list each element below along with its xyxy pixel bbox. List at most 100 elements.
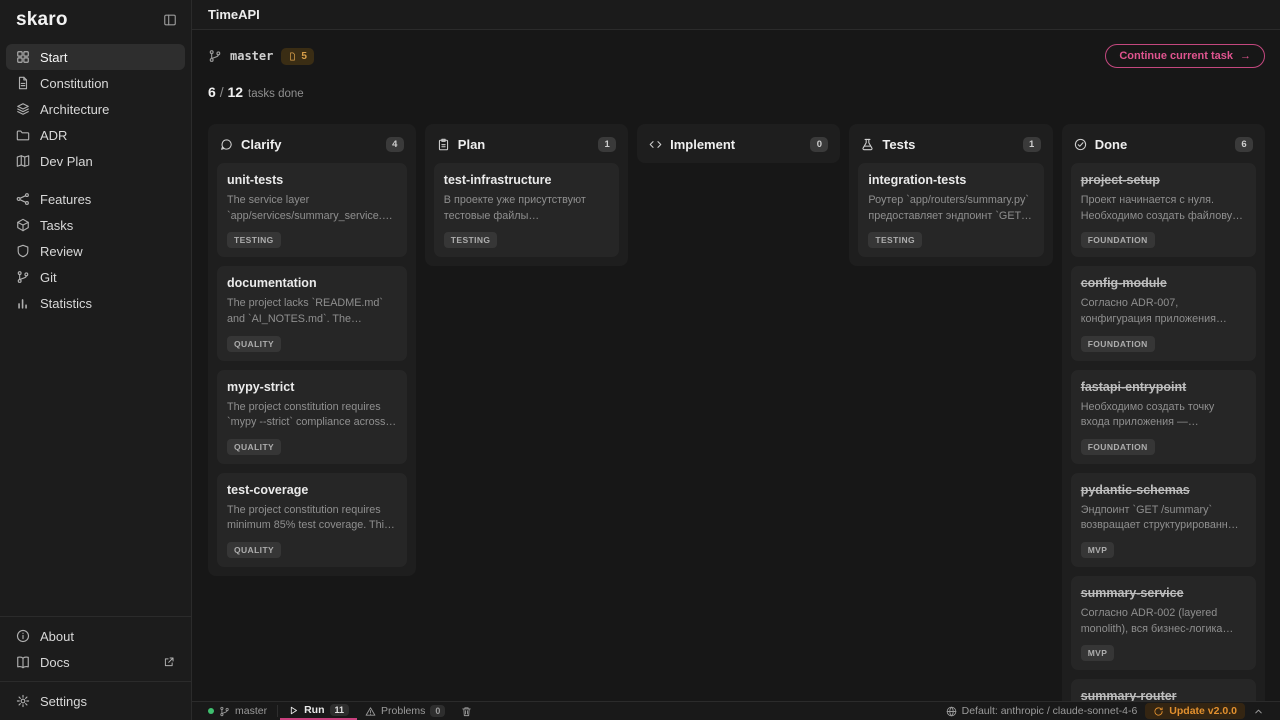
main-area: TimeAPI master 5 Continue current task →… <box>192 0 1280 720</box>
sidebar-collapse-button[interactable] <box>163 13 177 27</box>
sidebar-footer: About Docs Settings <box>0 616 191 720</box>
column-name: Done <box>1095 137 1227 152</box>
chat-icon <box>220 138 233 151</box>
box-icon <box>16 218 30 232</box>
sidebar-item-label: Dev Plan <box>40 154 93 169</box>
card-description: Проект начинается с нуля. Необходимо соз… <box>1081 193 1246 224</box>
column-count-badge: 1 <box>1023 137 1041 152</box>
card-tag: MVP <box>1081 542 1115 558</box>
task-card-documentation[interactable]: documentationThe project lacks `README.m… <box>217 266 407 360</box>
task-card-project-setup[interactable]: project-setup Проект начинается с нуля. Н… <box>1071 163 1256 257</box>
content: master 5 Continue current task → 6 / 12 … <box>192 30 1280 701</box>
task-card-integration-tests[interactable]: integration-testsРоутер `app/routers/sum… <box>858 163 1043 257</box>
sidebar-item-statistics[interactable]: Statistics <box>6 290 185 316</box>
sidebar-item-review[interactable]: Review <box>6 238 185 264</box>
branch-indicator[interactable]: master 5 <box>208 48 314 65</box>
column-clarify: Clarify 4 unit-testsThe service layer `app… <box>208 124 416 576</box>
trash-icon <box>461 706 472 717</box>
sidebar-item-settings[interactable]: Settings <box>6 688 185 714</box>
continue-task-label: Continue current task <box>1119 50 1233 62</box>
task-card-unit-tests[interactable]: unit-testsThe service layer `app/service… <box>217 163 407 257</box>
sidebar-item-label: About <box>40 629 74 644</box>
sidebar-item-label: Tasks <box>40 218 73 233</box>
run-tab[interactable]: Run 11 <box>280 702 357 720</box>
task-card-pydantic-schemas[interactable]: pydantic-schemasЭндпоинт `GET /summary` … <box>1071 473 1256 567</box>
sidebar-item-start[interactable]: Start <box>6 44 185 70</box>
branch-name: master <box>230 49 273 63</box>
card-tag: FOUNDATION <box>1081 439 1155 455</box>
card-description: Необходимо создать точку входа приложени… <box>1081 400 1246 431</box>
task-card-test-coverage[interactable]: test-coverageThe project constitution re… <box>217 473 407 567</box>
column-plan: Plan1 test-infrastructureВ проекте уже пр… <box>425 124 628 266</box>
progress-suffix: tasks done <box>248 88 304 100</box>
toolbar: master 5 Continue current task → <box>208 44 1265 68</box>
column-name: Implement <box>670 137 802 152</box>
progress-label: 6 / 12 tasks done <box>208 84 1265 100</box>
sidebar-item-tasks[interactable]: Tasks <box>6 212 185 238</box>
column-name: Clarify <box>241 137 378 152</box>
column-header: Implement0 <box>646 133 831 154</box>
card-title: fastapi-entrypoint <box>1081 380 1246 394</box>
column-name: Tests <box>882 137 1014 152</box>
sidebar-item-label: Architecture <box>40 102 109 117</box>
task-card-test-infrastructure[interactable]: test-infrastructureВ проекте уже присутс… <box>434 163 619 257</box>
statusbar-right: Default: anthropic / claude-sonnet-4-6 U… <box>938 702 1272 720</box>
default-model-selector[interactable]: Default: anthropic / claude-sonnet-4-6 <box>938 705 1146 717</box>
sidebar-item-label: Start <box>40 50 67 65</box>
task-card-summary-service[interactable]: summary-serviceСогласно ADR-002 (layered… <box>1071 576 1256 670</box>
clear-button[interactable] <box>453 702 480 720</box>
card-description: Согласно ADR-007, конфигурация приложени… <box>1081 296 1246 327</box>
panel-collapse-icon <box>163 13 177 27</box>
task-card-mypy-strict[interactable]: mypy-strictThe project constitution requ… <box>217 370 407 464</box>
app-logo: skaro <box>16 9 68 31</box>
column-header: Plan1 <box>434 133 619 154</box>
sidebar-footer-group: About Docs <box>0 617 191 681</box>
card-title: summary-service <box>1081 586 1246 600</box>
column-header: Done 6 <box>1071 133 1256 154</box>
git-branch-icon <box>219 706 230 717</box>
sidebar-item-label: Statistics <box>40 296 92 311</box>
sidebar-item-architecture[interactable]: Architecture <box>6 96 185 122</box>
file-icon <box>288 52 297 61</box>
sidebar-item-constitution[interactable]: Constitution <box>6 70 185 96</box>
card-title: test-infrastructure <box>444 173 609 187</box>
warning-icon <box>365 706 376 717</box>
sidebar-item-features[interactable]: Features <box>6 186 185 212</box>
card-title: integration-tests <box>868 173 1033 187</box>
continue-task-button[interactable]: Continue current task → <box>1105 44 1265 68</box>
layers-icon <box>16 102 30 116</box>
sidebar-item-about[interactable]: About <box>6 623 185 649</box>
globe-icon <box>946 706 957 717</box>
task-card-config-module[interactable]: config-moduleСогласно ADR-007, конфигура… <box>1071 266 1256 360</box>
card-description: The project constitution requires minimu… <box>227 503 397 534</box>
topbar: TimeAPI <box>192 0 1280 30</box>
problems-tab[interactable]: Problems 0 <box>357 702 453 720</box>
status-dot-icon <box>208 708 214 714</box>
sidebar-item-dev-plan[interactable]: Dev Plan <box>6 148 185 174</box>
card-title: project-setup <box>1081 173 1246 187</box>
card-tag: TESTING <box>444 232 498 248</box>
card-title: mypy-strict <box>227 380 397 394</box>
code-icon <box>649 138 662 151</box>
sidebar-item-label: Docs <box>40 655 70 670</box>
statusbar-expand-button[interactable] <box>1245 706 1272 717</box>
task-card-fastapi-entrypoint[interactable]: fastapi-entrypoint Необходимо создать точ… <box>1071 370 1256 464</box>
column-count-badge: 4 <box>386 137 404 152</box>
changes-badge[interactable]: 5 <box>281 48 314 65</box>
project-title: TimeAPI <box>208 7 260 22</box>
sidebar-item-label: Git <box>40 270 57 285</box>
card-tag: TESTING <box>227 232 281 248</box>
card-description: Эндпоинт `GET /summary` возвращает струк… <box>1081 503 1246 534</box>
default-model-label: Default: anthropic / claude-sonnet-4-6 <box>962 705 1138 717</box>
task-card-summary-router[interactable]: summary-routerСогласно ADR-002, роутер н… <box>1071 679 1256 701</box>
column-tests: Tests 1 integration-testsРоутер `app/route… <box>849 124 1052 266</box>
sidebar-item-adr[interactable]: ADR <box>6 122 185 148</box>
column-implement: Implement0 <box>637 124 840 163</box>
column-count-badge: 6 <box>1235 137 1253 152</box>
bar-chart-icon <box>16 296 30 310</box>
sidebar-item-git[interactable]: Git <box>6 264 185 290</box>
sidebar-item-docs[interactable]: Docs <box>6 649 185 675</box>
card-title: unit-tests <box>227 173 397 187</box>
statusbar-branch[interactable]: master <box>200 702 275 720</box>
update-button[interactable]: Update v2.0.0 <box>1145 703 1245 719</box>
